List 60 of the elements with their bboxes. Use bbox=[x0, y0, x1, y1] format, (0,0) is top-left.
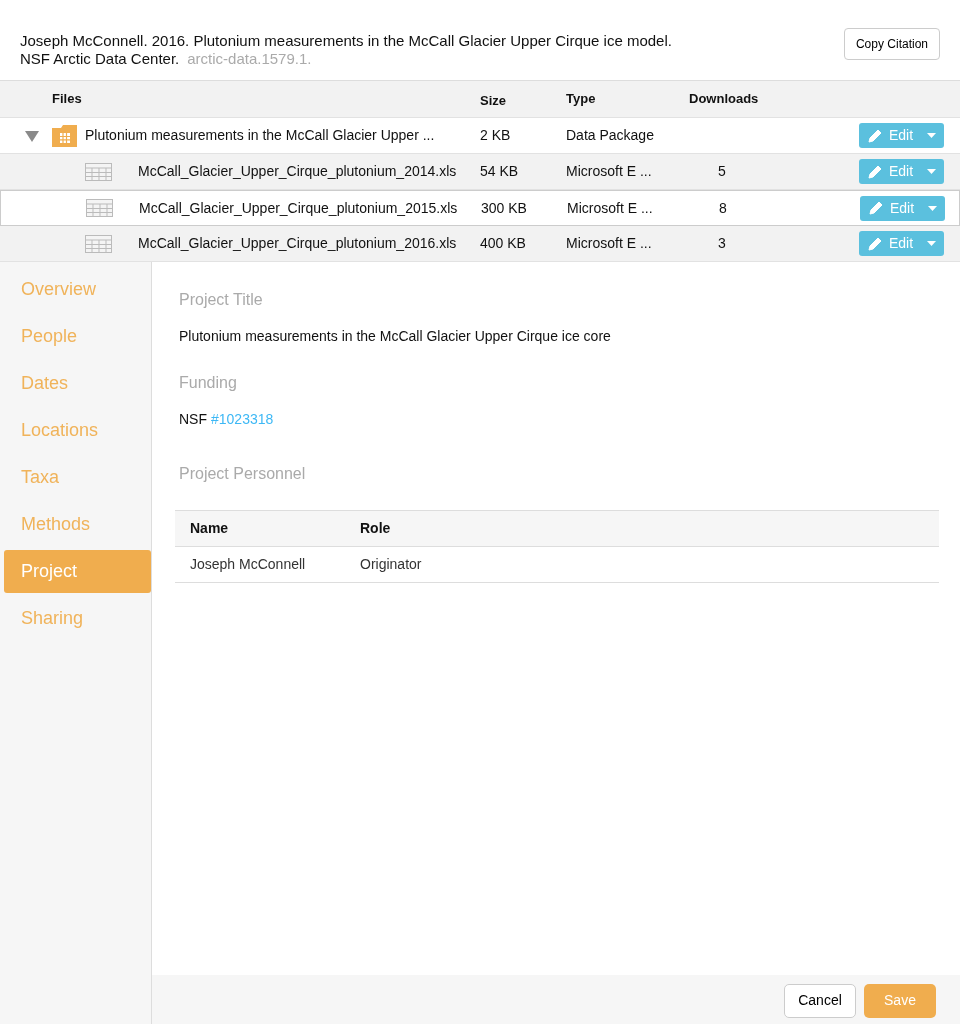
column-header: Role bbox=[360, 519, 392, 538]
file-size: 2 KB bbox=[480, 126, 512, 145]
download-count: 8 bbox=[719, 199, 727, 216]
file-type: Microsoft E ... bbox=[567, 198, 654, 218]
pencil-icon bbox=[867, 163, 883, 180]
file-size: 300 KB bbox=[481, 198, 528, 218]
edit-button[interactable]: Edit bbox=[859, 123, 944, 148]
section-label: Funding bbox=[179, 373, 238, 393]
column-header: Name bbox=[190, 519, 230, 538]
caret-icon bbox=[928, 205, 937, 211]
column-header: Files bbox=[51, 90, 83, 109]
edit-button[interactable]: Edit bbox=[859, 231, 944, 256]
award-link[interactable]: #1023318 bbox=[211, 409, 274, 430]
table-cell-text: Originator bbox=[360, 555, 423, 574]
section-label: Project Personnel bbox=[179, 464, 307, 484]
pencil-icon bbox=[868, 200, 884, 216]
project-title: Plutonium measurements in the McCall Glacier Upper Cirque ice core bbox=[179, 327, 612, 346]
funder-text: NSF bbox=[179, 410, 207, 429]
citation-text: Joseph McConnell. 2016. Plutonium measurements in the McCall Glacier Upper Cirque ice model. bbox=[20, 32, 672, 50]
sidebar-item[interactable]: Sharing bbox=[4, 597, 151, 640]
download-count: 5 bbox=[718, 163, 726, 179]
spreadsheet-icon bbox=[85, 162, 112, 181]
column-header: Size bbox=[480, 92, 507, 111]
spreadsheet-icon bbox=[85, 234, 112, 253]
pencil-icon bbox=[867, 127, 883, 144]
file-name: Plutonium measurements in the McCall Glacier Upper ... bbox=[85, 126, 435, 145]
sidebar-item[interactable]: Taxa bbox=[4, 456, 151, 499]
sidebar-item[interactable]: Dates bbox=[4, 362, 151, 405]
table-cell-text: Joseph McConnell bbox=[190, 555, 307, 574]
publisher-text: NSF Arctic Data Center. bbox=[20, 50, 180, 68]
sidebar-item[interactable]: People bbox=[4, 315, 151, 358]
caret-icon bbox=[927, 133, 936, 138]
save-button[interactable]: Save bbox=[864, 983, 936, 1018]
file-type: Data Package bbox=[566, 126, 655, 145]
file-name: McCall_Glacier_Upper_Cirque_plutonium_2014.xls bbox=[138, 162, 457, 181]
caret-icon bbox=[927, 241, 936, 246]
copy-citation-button[interactable]: Copy Citation bbox=[843, 28, 940, 60]
pencil-icon bbox=[867, 235, 883, 252]
edit-button[interactable]: Edit bbox=[859, 159, 944, 184]
caret-icon bbox=[927, 169, 936, 174]
file-type: Microsoft E ... bbox=[566, 162, 653, 181]
edit-button[interactable]: Edit bbox=[860, 195, 945, 221]
spreadsheet-icon bbox=[86, 199, 113, 217]
file-size: 54 KB bbox=[480, 162, 520, 181]
cancel-button[interactable]: Cancel bbox=[784, 983, 856, 1018]
section-label: Project Title bbox=[179, 290, 264, 310]
sidebar-item[interactable]: Locations bbox=[4, 409, 151, 452]
column-header: Downloads bbox=[689, 90, 760, 109]
sidebar-item[interactable]: Project bbox=[4, 550, 151, 593]
sidebar-item[interactable]: Overview bbox=[4, 268, 151, 311]
identifier-text: arctic-data.1579.1. bbox=[187, 50, 312, 68]
file-name: McCall_Glacier_Upper_Cirque_plutonium_2015.xls bbox=[139, 198, 458, 218]
sidebar-item[interactable]: Methods bbox=[4, 503, 151, 546]
column-header: Type bbox=[566, 90, 597, 109]
collapse-icon[interactable] bbox=[25, 129, 39, 142]
folder-icon bbox=[51, 123, 79, 148]
file-name: McCall_Glacier_Upper_Cirque_plutonium_2016.xls bbox=[138, 234, 457, 253]
file-size: 400 KB bbox=[480, 234, 527, 253]
download-count: 3 bbox=[718, 235, 726, 251]
file-type: Microsoft E ... bbox=[566, 234, 653, 253]
